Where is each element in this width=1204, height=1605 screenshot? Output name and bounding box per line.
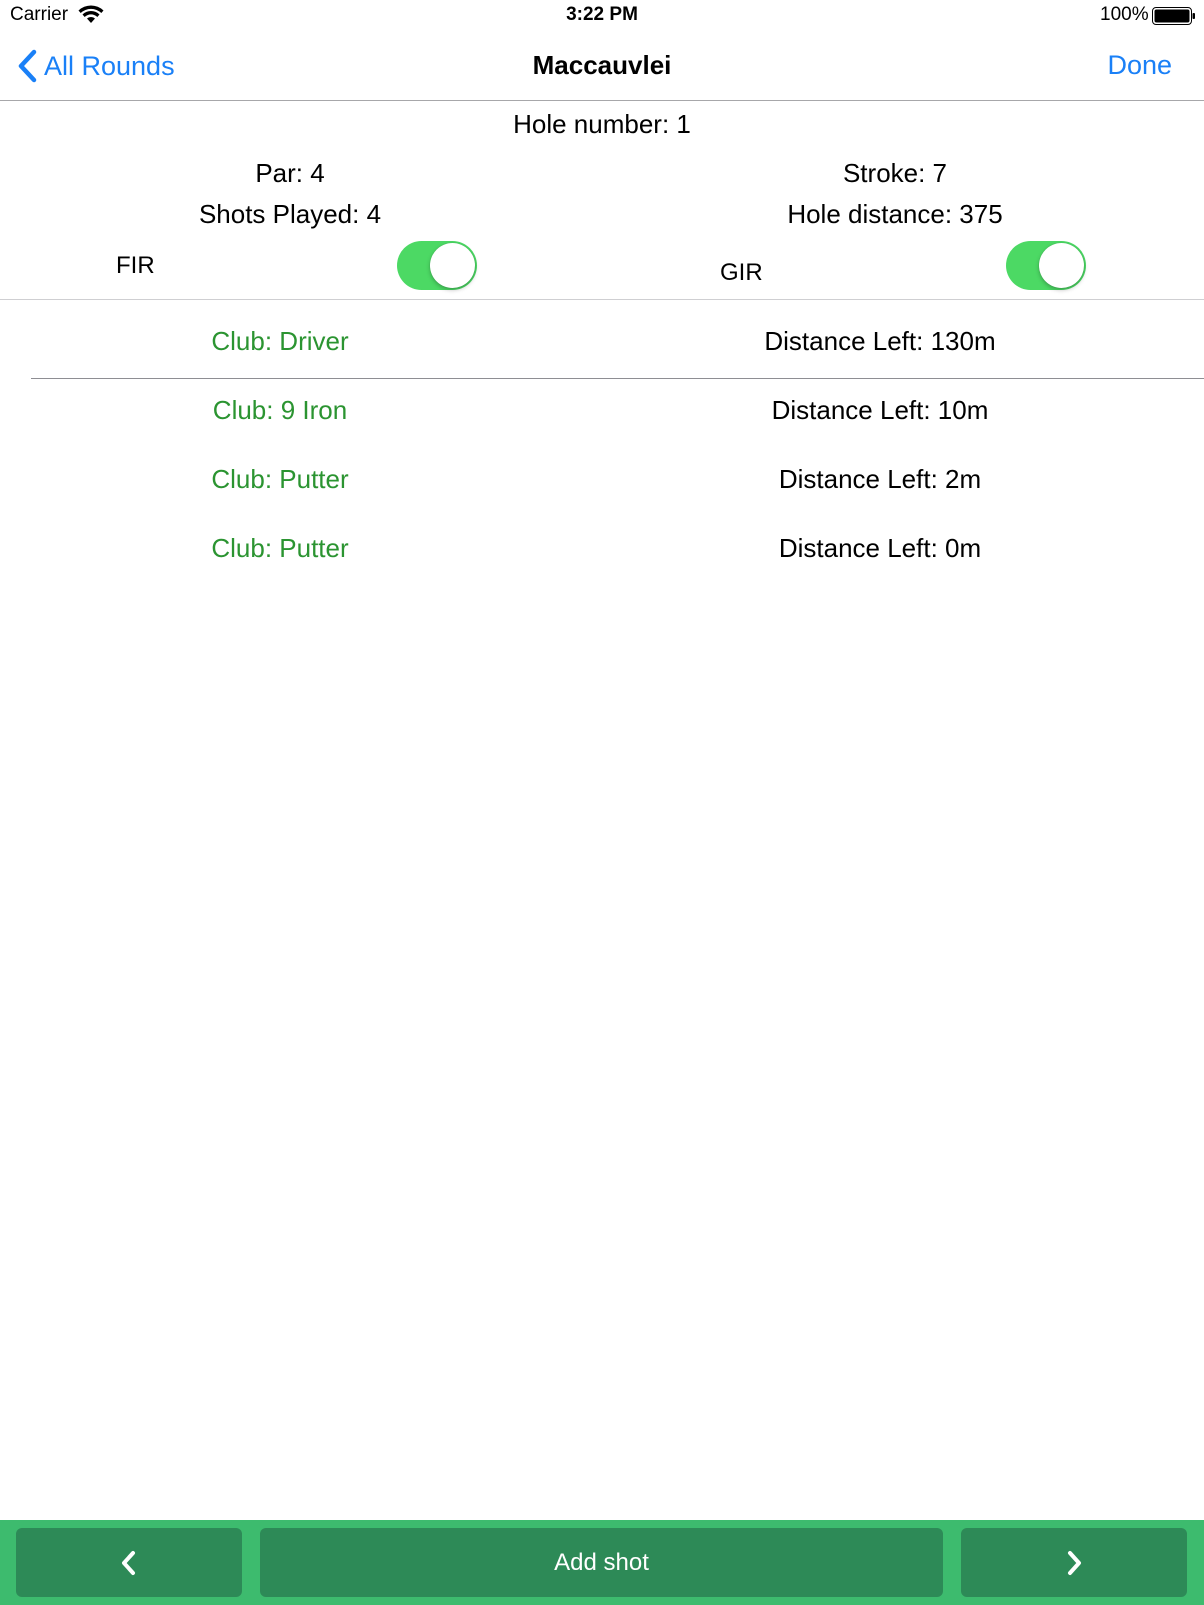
bottom-toolbar: Add shot xyxy=(0,1520,1204,1605)
shots-played-value: Shots Played: 4 xyxy=(198,199,382,229)
par-value: Par: 4 xyxy=(255,158,325,188)
toggle-knob xyxy=(430,243,475,288)
stroke-value: Stroke: 7 xyxy=(842,158,948,188)
fir-label: FIR xyxy=(116,252,155,279)
add-shot-label: Add shot xyxy=(554,1548,649,1576)
battery-icon xyxy=(1152,7,1195,25)
row-separator xyxy=(31,378,1204,379)
add-shot-button[interactable]: Add shot xyxy=(260,1528,943,1597)
status-bar: Carrier 3:22 PM 100% xyxy=(0,0,1204,34)
shot-club: Club: 9 Iron xyxy=(212,395,348,425)
previous-hole-button[interactable] xyxy=(16,1528,242,1597)
next-hole-button[interactable] xyxy=(961,1528,1187,1597)
shot-row[interactable]: Club: Putter Distance Left: 0m xyxy=(0,519,1204,579)
chevron-left-icon xyxy=(122,1550,135,1575)
done-button[interactable]: Done xyxy=(1107,50,1172,81)
fir-toggle[interactable] xyxy=(397,241,477,290)
status-time: 3:22 PM xyxy=(566,4,638,25)
gir-label: GIR xyxy=(720,259,763,286)
shot-distance-left: Distance Left: 10m xyxy=(771,395,989,425)
shot-club: Club: Driver xyxy=(211,326,349,356)
navigation-bar: All Rounds Maccauvlei Done xyxy=(0,34,1204,101)
shot-distance-left: Distance Left: 0m xyxy=(778,533,982,563)
hole-distance-value: Hole distance: 375 xyxy=(787,199,1003,229)
chevron-right-icon xyxy=(1068,1550,1081,1575)
shot-row[interactable]: Club: 9 Iron Distance Left: 10m xyxy=(0,381,1204,441)
shot-distance-left: Distance Left: 2m xyxy=(778,464,982,494)
hole-number: Hole number: 1 xyxy=(513,109,691,139)
page-title: Maccauvlei xyxy=(532,50,672,80)
shot-club: Club: Putter xyxy=(211,533,349,563)
toggle-knob xyxy=(1039,243,1084,288)
battery-percentage: 100% xyxy=(1100,4,1149,25)
divider xyxy=(0,299,1204,300)
shot-row[interactable]: Club: Putter Distance Left: 2m xyxy=(0,450,1204,510)
shot-row[interactable]: Club: Driver Distance Left: 130m xyxy=(0,312,1204,372)
shot-distance-left: Distance Left: 130m xyxy=(764,326,996,356)
shot-club: Club: Putter xyxy=(211,464,349,494)
gir-toggle[interactable] xyxy=(1006,241,1086,290)
